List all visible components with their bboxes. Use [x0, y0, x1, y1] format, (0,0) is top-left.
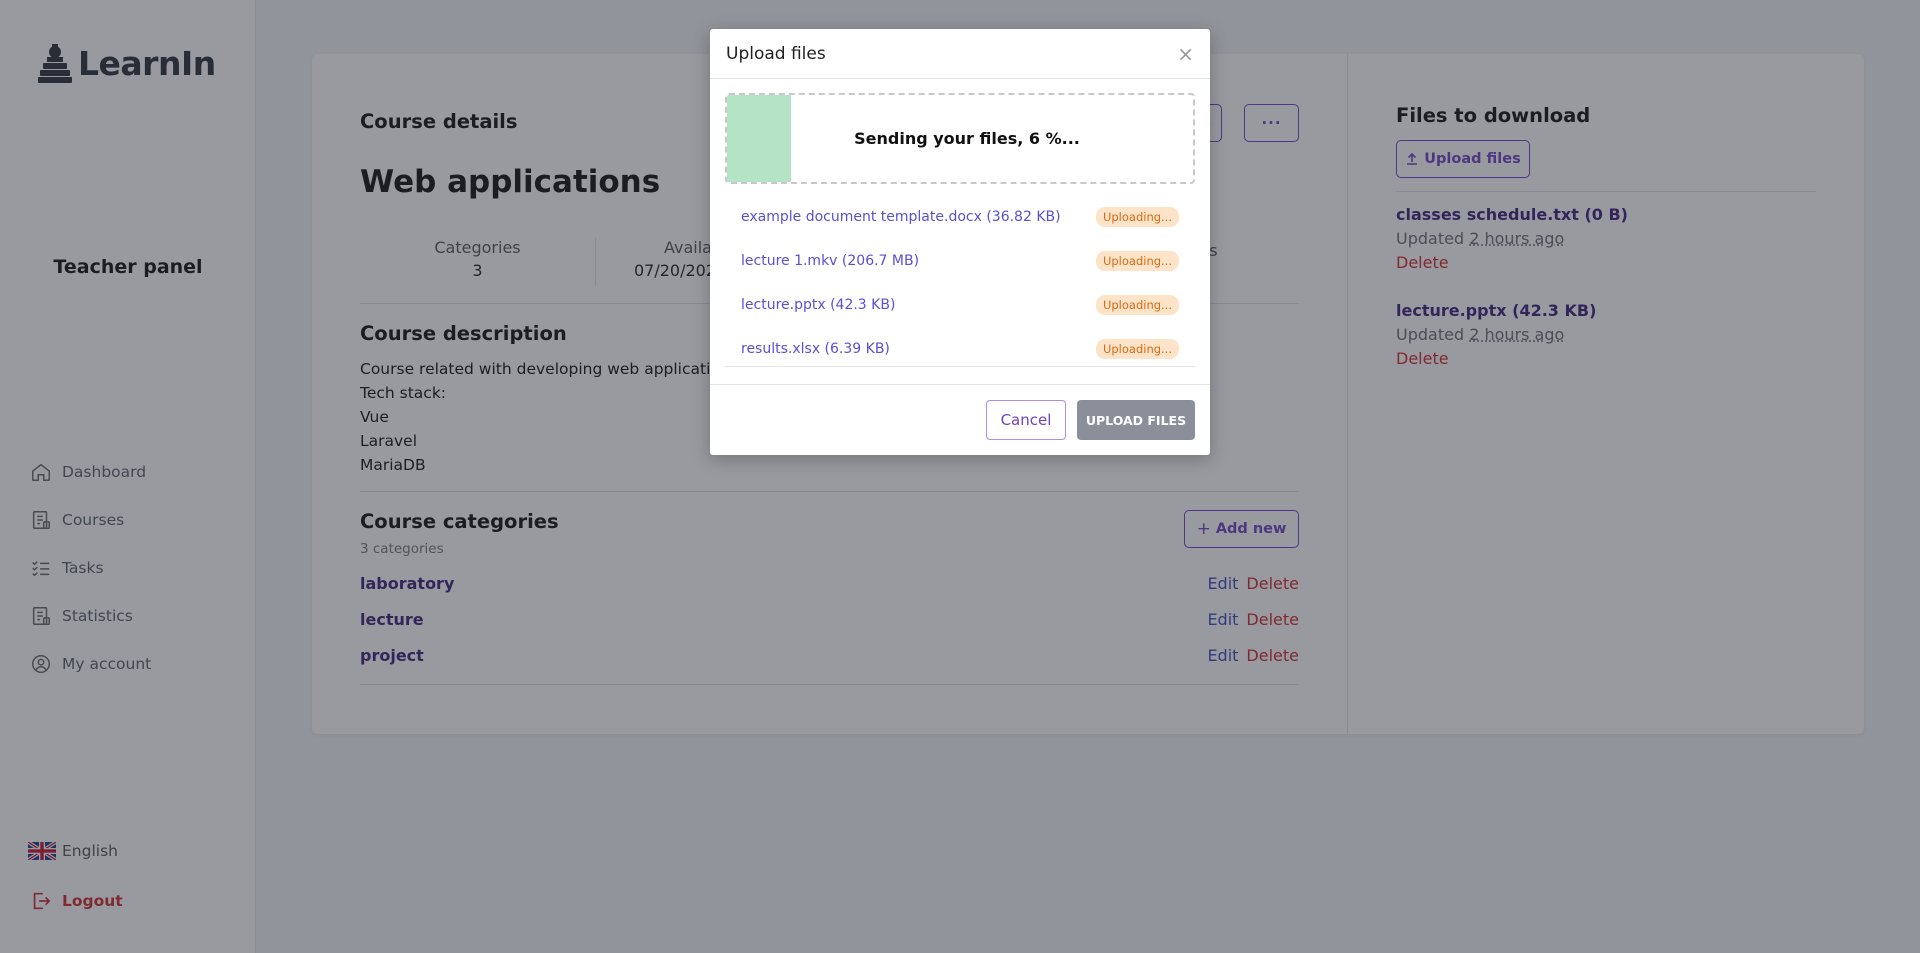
- status-badge: Uploading...: [1095, 339, 1179, 359]
- status-badge: Uploading...: [1095, 295, 1179, 315]
- list-item: lecture.pptx (42.3 KB) Uploading...: [725, 283, 1195, 327]
- list-item: example document template.docx (36.82 KB…: [725, 195, 1195, 239]
- file-dropzone[interactable]: Sending your files, 6 %...: [725, 93, 1195, 184]
- upload-file-name: lecture.pptx (42.3 KB): [741, 297, 896, 313]
- modal-title: Upload files: [726, 43, 826, 64]
- upload-file-list: example document template.docx (36.82 KB…: [725, 195, 1195, 371]
- status-badge: Uploading...: [1095, 207, 1179, 227]
- list-item: lecture 1.mkv (206.7 MB) Uploading...: [725, 239, 1195, 283]
- upload-progress-text: Sending your files, 6 %...: [854, 129, 1080, 148]
- status-badge: Uploading...: [1095, 251, 1179, 271]
- modal-header: Upload files ×: [710, 29, 1210, 79]
- upload-files-submit-button[interactable]: UPLOAD FILES: [1077, 400, 1195, 440]
- divider: [710, 384, 1210, 385]
- upload-file-name: example document template.docx (36.82 KB…: [741, 209, 1061, 225]
- upload-file-name: results.xlsx (6.39 KB): [741, 341, 890, 357]
- list-item: results.xlsx (6.39 KB) Uploading...: [725, 327, 1195, 371]
- upload-files-modal: Upload files × Sending your files, 6 %..…: [710, 29, 1210, 455]
- close-icon[interactable]: ×: [1177, 44, 1194, 64]
- upload-file-name: lecture 1.mkv (206.7 MB): [741, 253, 920, 269]
- cancel-button[interactable]: Cancel: [986, 400, 1066, 440]
- divider: [725, 366, 1195, 367]
